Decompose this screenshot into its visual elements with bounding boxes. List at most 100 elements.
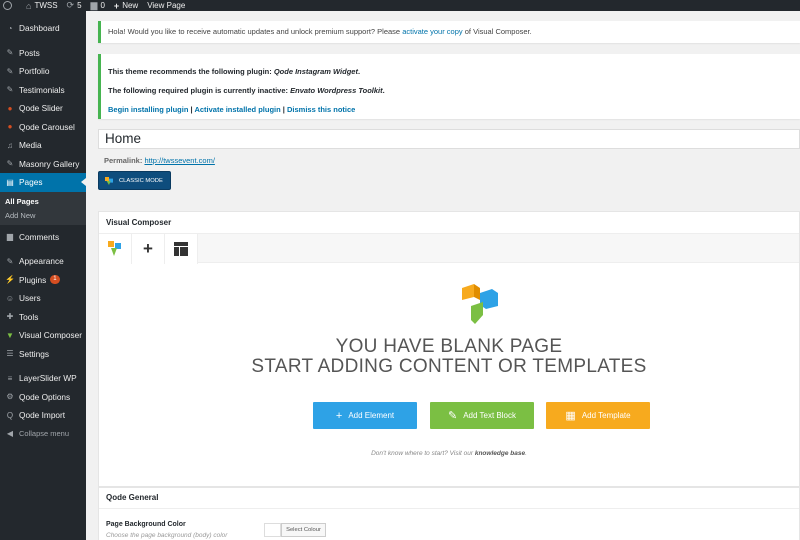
site-name: TWSS [34,1,58,10]
collapse-menu-button[interactable]: ◀ Collapse menu [0,425,86,444]
wrench-icon: ✚ [6,312,14,322]
user-icon: ☺ [5,293,15,303]
sidebar-item-label: Qode Slider [19,103,63,114]
add-text-block-button[interactable]: ✎ Add Text Block [430,402,534,429]
permalink-label: Permalink: [104,156,143,165]
sidebar-item-label: Settings [19,348,49,359]
page-title-input[interactable]: Home [98,129,800,149]
pages-icon: ▤ [6,177,14,187]
vc-logo-button[interactable] [99,234,132,264]
pin-icon: ✎ [6,48,14,58]
sidebar-item-tools[interactable]: ✚ Tools [0,308,86,327]
wp-logo-menu[interactable] [3,0,17,11]
add-element-button[interactable]: + Add Element [313,402,417,429]
plugin-icon: ⚡ [5,275,15,285]
activate-copy-link[interactable]: activate your copy [402,27,462,36]
sidebar-item-label: Media [19,140,42,151]
activate-installed-link[interactable]: Activate installed plugin [194,105,280,114]
sidebar-item-label: Posts [19,47,40,58]
add-element-label: Add Element [348,411,395,420]
qode-general-title: Qode General [106,493,159,502]
sidebar-item-label: LayerSlider WP [19,373,77,384]
add-template-button[interactable]: ▦ Add Template [546,402,650,429]
plugin-notice-line2: The following required plugin is current… [108,81,800,100]
sidebar-item-posts[interactable]: ✎ Posts [0,44,86,63]
collapse-icon: ◀ [6,429,14,439]
help-text: Don't know where to start? Visit our kno… [99,450,799,457]
sidebar-item-qode-carousel[interactable]: ● Qode Carousel [0,118,86,137]
sidebar-item-qode-slider[interactable]: ● Qode Slider [0,99,86,118]
template-icon: ▦ [565,410,576,422]
select-colour-button[interactable]: Select Colour [281,523,326,537]
sidebar-item-label: Visual Composer [19,330,83,341]
admin-bar: ⌂ TWSS ⟳ 5 ▆ 0 + New View Page [0,0,800,11]
plus-icon: + [335,409,343,422]
recommended-plugin-name: Qode Instagram Widget [273,67,358,76]
sidebar-item-label: Dashboard [19,23,60,34]
sidebar-item-label: Qode Carousel [19,121,75,132]
classic-mode-button[interactable]: CLASSIC MODE [98,171,171,190]
submenu-add-new[interactable]: Add New [0,209,86,223]
add-element-toolbar-button[interactable]: + [132,234,165,264]
comment-icon: ▆ [90,0,98,10]
gear-icon: ⚙ [6,392,14,402]
plugin-line1-end: . [357,67,361,76]
color-swatch[interactable] [264,523,281,537]
view-page-link[interactable]: View Page [147,0,185,11]
permalink: Permalink: http://twssevent.com/ [104,156,215,165]
plugins-update-badge: 1 [50,275,60,285]
dashboard-icon: ◔ [7,23,13,33]
sidebar-item-pages[interactable]: ▤ Pages [0,173,86,192]
site-name-link[interactable]: ⌂ TWSS [26,0,58,11]
sidebar-item-label: Comments [19,231,60,242]
sidebar-item-portfolio[interactable]: ✎ Portfolio [0,62,86,81]
page-background-color-label: Page Background Color [106,521,186,528]
sidebar-item-appearance[interactable]: ✎ Appearance [0,252,86,271]
sidebar-item-layerslider[interactable]: ≡ LayerSlider WP [0,369,86,388]
plus-icon: + [113,0,120,11]
sidebar-item-label: Qode Import [19,410,66,421]
pin-icon: ✎ [6,85,14,95]
sidebar-item-label: Appearance [19,256,64,267]
sidebar-item-label: Testimonials [19,84,65,95]
sidebar-item-masonry-gallery[interactable]: ✎ Masonry Gallery [0,155,86,174]
permalink-url-link[interactable]: http://twssevent.com/ [144,156,214,165]
edit-icon: ✎ [448,410,458,422]
plugin-notice-line1: This theme recommends the following plug… [108,62,800,81]
plugin-line2-text: The following required plugin is current… [108,86,291,95]
sidebar-item-label: Users [19,293,41,304]
submenu-all-pages[interactable]: All Pages [0,195,86,209]
sidebar-item-users[interactable]: ☺ Users [0,289,86,308]
add-template-label: Add Template [581,411,631,420]
sidebar-item-dashboard[interactable]: ◔ Dashboard [0,19,86,38]
sidebar-item-settings[interactable]: ☰ Settings [0,345,86,364]
sidebar-item-visual-composer[interactable]: ▼ Visual Composer [0,326,86,345]
vc-logo-icon [108,241,121,256]
blank-page-heading: YOU HAVE BLANK PAGE [335,336,563,357]
sidebar-item-qode-import[interactable]: Q Qode Import [0,406,86,425]
vc-activation-notice: Hola! Would you like to receive automati… [98,21,800,43]
separator: | [282,105,285,114]
page-background-color-description: Choose the page background (body) color [106,532,228,539]
notice-text: Hola! Would you like to receive automati… [108,27,403,36]
pages-submenu: All Pages Add New [0,191,86,225]
wordpress-logo-icon [3,1,12,10]
brush-icon: ✎ [6,256,14,266]
sidebar-item-comments[interactable]: ▆ Comments [0,228,86,247]
begin-installing-link[interactable]: Begin installing plugin [108,105,188,114]
dismiss-notice-link[interactable]: Dismiss this notice [287,105,355,114]
new-content-link[interactable]: + New [114,0,138,11]
templates-toolbar-button[interactable] [165,234,198,264]
divider [99,508,799,509]
sidebar-item-label: Plugins [19,274,47,285]
sidebar-item-qode-options[interactable]: ⚙ Qode Options [0,388,86,407]
pin-icon: ✎ [6,66,14,76]
qode-icon: ● [7,103,13,113]
knowledge-base-link[interactable]: knowledge base [475,450,525,457]
sidebar-item-label: Masonry Gallery [19,158,80,169]
sidebar-item-testimonials[interactable]: ✎ Testimonials [0,81,86,100]
updates-link[interactable]: ⟳ 5 [67,0,82,11]
sidebar-item-media[interactable]: ♫ Media [0,136,86,155]
sidebar-item-plugins[interactable]: ⚡ Plugins 1 [0,271,86,290]
comments-link[interactable]: ▆ 0 [91,0,105,11]
